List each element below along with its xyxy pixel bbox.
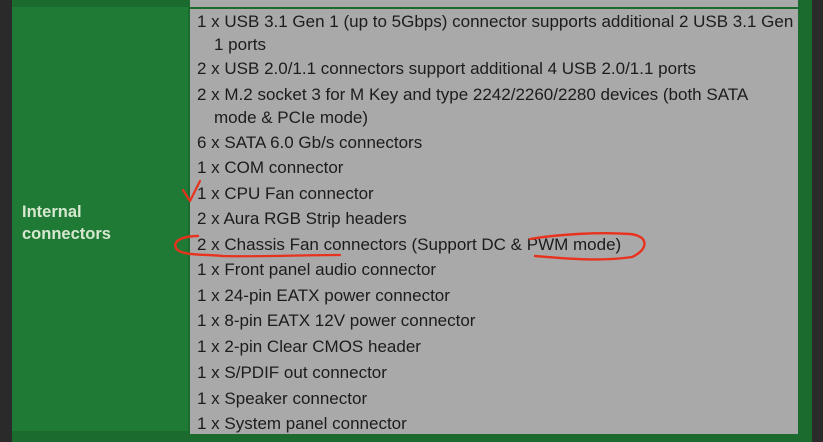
- handwritten-annotations: [174, 179, 646, 261]
- underline-annotation: [219, 253, 342, 258]
- checkmark-annotation: [181, 179, 202, 203]
- circle-annotation: [174, 234, 224, 258]
- circle-annotation: [528, 232, 646, 261]
